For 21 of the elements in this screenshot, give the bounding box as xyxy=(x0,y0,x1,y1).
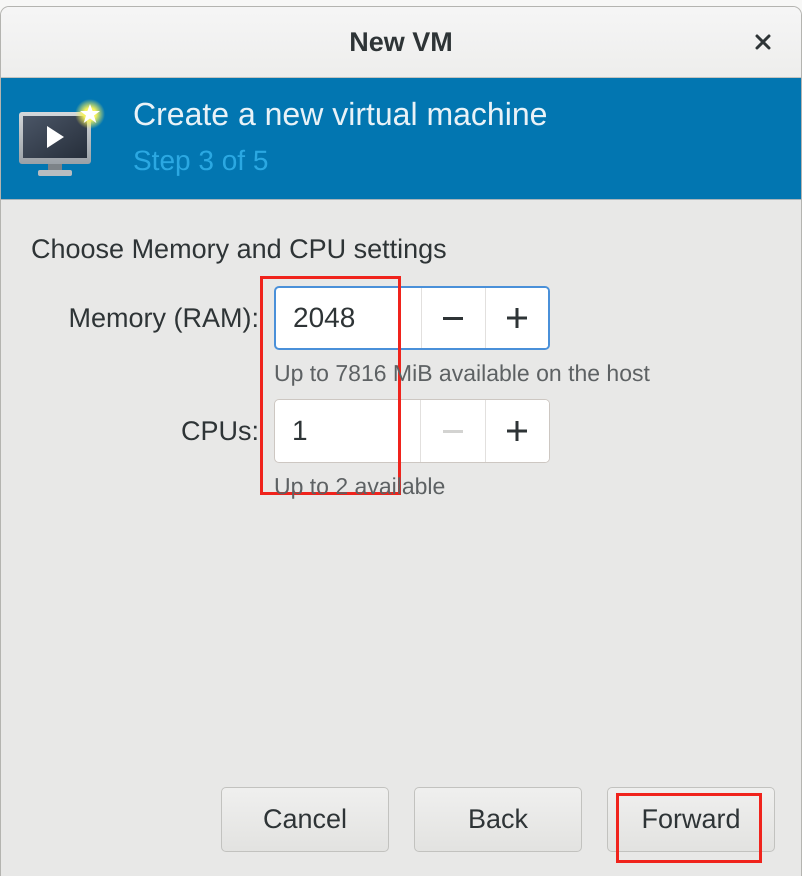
close-icon xyxy=(755,34,771,50)
plus-icon xyxy=(506,308,527,328)
spin-box[interactable]: 2048 xyxy=(274,286,550,350)
field-label: Memory (RAM): xyxy=(68,302,259,334)
window-title: New VM xyxy=(349,26,453,58)
dialog-button[interactable]: Back xyxy=(414,787,582,852)
plus-icon xyxy=(507,421,528,441)
banner-title: Create a new virtual machine xyxy=(133,96,548,133)
field-label: CPUs: xyxy=(180,416,259,446)
number-input[interactable]: 2048 xyxy=(276,288,421,348)
minus-icon xyxy=(443,316,464,320)
number-input[interactable]: 1 xyxy=(275,400,420,462)
dialog-button[interactable]: Forward xyxy=(607,787,775,852)
section-heading: Choose Memory and CPU settings xyxy=(31,234,448,265)
increment-button[interactable] xyxy=(484,400,549,462)
minus-icon xyxy=(442,430,463,432)
close-button[interactable] xyxy=(753,32,773,52)
increment-button[interactable] xyxy=(484,288,548,348)
dialog-button[interactable]: Cancel xyxy=(221,787,389,852)
spin-box[interactable]: 1 xyxy=(274,399,550,463)
monitor-play-icon xyxy=(18,98,108,178)
